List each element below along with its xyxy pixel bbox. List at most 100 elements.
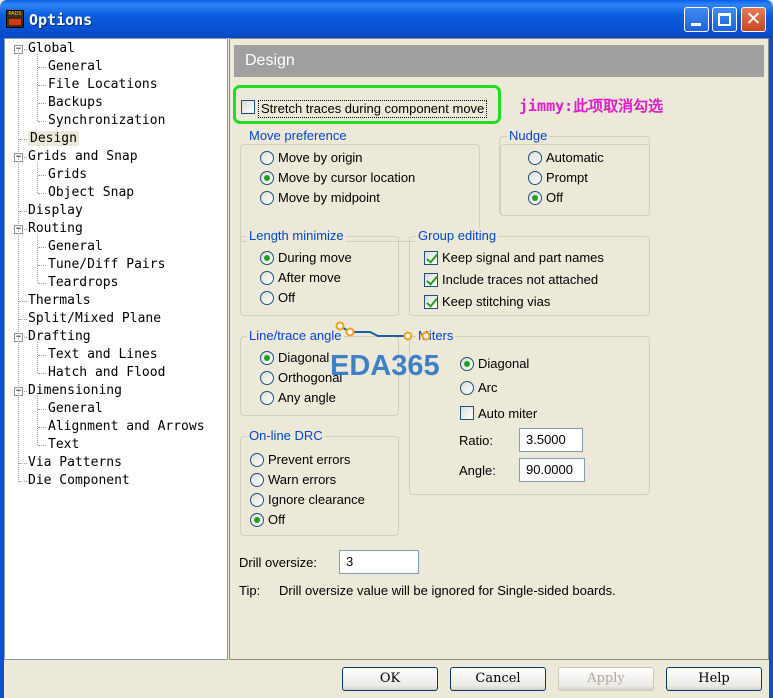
title-bar[interactable]: PADS Options ✕ <box>0 0 773 38</box>
tree-item[interactable]: General <box>48 58 103 76</box>
tree-item[interactable]: Tune/Diff Pairs <box>48 256 165 274</box>
angle-any-label[interactable]: Any angle <box>278 390 336 406</box>
app-icon: PADS <box>6 10 24 28</box>
nudge-automatic-label[interactable]: Automatic <box>546 150 604 166</box>
tree-item-label: Global <box>28 41 75 56</box>
after-move-radio[interactable] <box>260 271 274 285</box>
tree-item-label: General <box>48 239 103 254</box>
tree-connector <box>38 265 46 266</box>
miter-diagonal-radio[interactable] <box>460 357 474 371</box>
tree-item[interactable]: Hatch and Flood <box>48 364 165 382</box>
move-by-midpoint-label[interactable]: Move by midpoint <box>278 190 380 206</box>
include-traces-label[interactable]: Include traces not attached <box>442 272 598 288</box>
tree-item[interactable]: Alignment and Arrows <box>48 418 205 436</box>
move-by-midpoint-radio[interactable] <box>260 191 274 205</box>
tree-item-label: Thermals <box>28 293 91 308</box>
during-move-radio[interactable] <box>260 251 274 265</box>
close-button[interactable]: ✕ <box>741 7 766 32</box>
angle-input[interactable]: 90.0000 <box>519 458 585 482</box>
prevent-errors-radio[interactable] <box>250 453 264 467</box>
include-traces-checkbox[interactable] <box>424 273 438 287</box>
keep-signal-checkbox[interactable] <box>424 251 438 265</box>
tree-item[interactable]: Object Snap <box>48 184 134 202</box>
after-move-label[interactable]: After move <box>278 270 341 286</box>
tree-item[interactable]: Display <box>28 202 83 220</box>
drc-off-radio[interactable] <box>250 513 264 527</box>
ignore-clearance-radio[interactable] <box>250 493 264 507</box>
tree-item[interactable]: General <box>48 400 103 418</box>
tree-item[interactable]: General <box>48 238 103 256</box>
nudge-prompt-label[interactable]: Prompt <box>546 170 588 186</box>
keep-stitching-label[interactable]: Keep stitching vias <box>442 294 550 310</box>
angle-diagonal-label[interactable]: Diagonal <box>278 350 329 366</box>
options-tree[interactable]: − Global General File Locations Backups Synch… <box>4 38 228 660</box>
help-button[interactable]: Help <box>666 667 762 691</box>
angle-diagonal-radio[interactable] <box>260 351 274 365</box>
drc-off-label[interactable]: Off <box>268 512 285 528</box>
ratio-input[interactable]: 3.5000 <box>519 428 583 452</box>
tree-connector <box>38 355 46 356</box>
tree-item[interactable]: Teardrops <box>48 274 118 292</box>
tree-connector <box>19 481 27 482</box>
tree-item[interactable]: Thermals <box>28 292 91 310</box>
move-by-cursor-label[interactable]: Move by cursor location <box>278 170 415 186</box>
cancel-button[interactable]: Cancel <box>450 667 546 691</box>
tree-branch-line <box>37 234 38 283</box>
nudge-label: Nudge <box>507 128 550 144</box>
tree-branch-line <box>37 342 38 373</box>
close-icon: ✕ <box>745 8 762 30</box>
tree-item[interactable]: Grids and Snap <box>28 148 138 166</box>
warn-errors-radio[interactable] <box>250 473 264 487</box>
watermark-pad <box>403 331 413 341</box>
minimize-button[interactable] <box>684 7 709 32</box>
during-move-label[interactable]: During move <box>278 250 352 266</box>
tree-item[interactable]: Design <box>28 130 79 148</box>
warn-errors-label[interactable]: Warn errors <box>268 472 336 488</box>
auto-miter-label[interactable]: Auto miter <box>478 406 537 422</box>
miter-arc-radio[interactable] <box>460 381 474 395</box>
miter-diagonal-label[interactable]: Diagonal <box>478 356 529 372</box>
miter-arc-label[interactable]: Arc <box>478 380 498 396</box>
angle-label: Angle: <box>459 463 496 478</box>
keep-signal-label[interactable]: Keep signal and part names <box>442 250 604 266</box>
auto-miter-checkbox[interactable] <box>460 406 474 420</box>
tree-item[interactable]: Grids <box>48 166 87 184</box>
angle-orthogonal-radio[interactable] <box>260 371 274 385</box>
tree-item[interactable]: Dimensioning <box>28 382 122 400</box>
tree-item[interactable]: Text <box>48 436 79 454</box>
tree-item[interactable]: Split/Mixed Plane <box>28 310 161 328</box>
length-off-label[interactable]: Off <box>278 290 295 306</box>
tree-item[interactable]: Synchronization <box>48 112 165 130</box>
nudge-off-radio[interactable] <box>528 191 542 205</box>
drill-oversize-input[interactable]: 3 <box>339 550 419 574</box>
tree-item[interactable]: File Locations <box>48 76 158 94</box>
move-by-origin-radio[interactable] <box>260 151 274 165</box>
length-minimize-label: Length minimize <box>247 228 346 244</box>
move-by-origin-label[interactable]: Move by origin <box>278 150 363 166</box>
tree-item-label: Dimensioning <box>28 383 122 398</box>
nudge-automatic-radio[interactable] <box>528 151 542 165</box>
ok-button[interactable]: OK <box>342 667 438 691</box>
keep-stitching-checkbox[interactable] <box>424 295 438 309</box>
length-off-radio[interactable] <box>260 291 274 305</box>
watermark-pad <box>421 331 431 341</box>
section-title: Design <box>245 52 295 69</box>
tree-connector <box>38 175 46 176</box>
tree-item[interactable]: Global <box>28 40 75 58</box>
maximize-button[interactable] <box>712 7 737 32</box>
tree-item[interactable]: Backups <box>48 94 103 112</box>
tree-item[interactable]: Die Component <box>28 472 130 490</box>
tree-connector <box>19 211 27 212</box>
ignore-clearance-label[interactable]: Ignore clearance <box>268 492 365 508</box>
tree-item[interactable]: Via Patterns <box>28 454 122 472</box>
tree-item[interactable]: Text and Lines <box>48 346 158 364</box>
prevent-errors-label[interactable]: Prevent errors <box>268 452 350 468</box>
move-by-cursor-radio[interactable] <box>260 171 274 185</box>
nudge-off-label[interactable]: Off <box>546 190 563 206</box>
drill-oversize-label: Drill oversize: <box>239 555 318 570</box>
tree-connector <box>38 67 46 68</box>
angle-any-radio[interactable] <box>260 391 274 405</box>
tree-item-label: Tune/Diff Pairs <box>48 257 166 272</box>
apply-button[interactable]: Apply <box>558 667 654 691</box>
nudge-prompt-radio[interactable] <box>528 171 542 185</box>
